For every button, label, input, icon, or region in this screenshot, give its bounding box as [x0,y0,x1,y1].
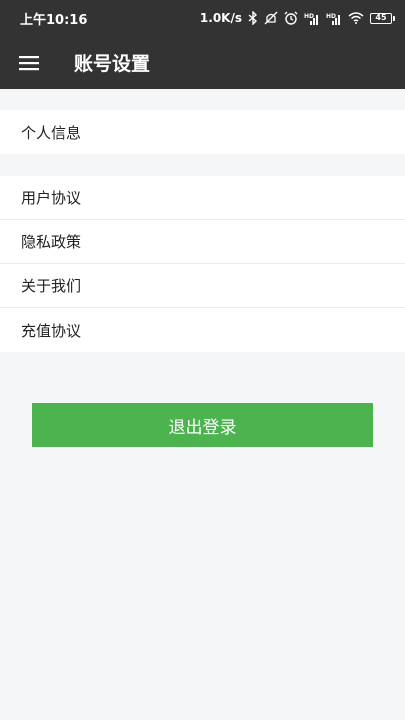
status-icons: 1.0K/s HD HD 45 [200,11,395,25]
mute-icon [264,11,278,25]
battery-icon: 45 [370,12,395,24]
list-item-label: 充值协议 [21,321,82,340]
hamburger-menu-icon[interactable] [0,36,58,89]
status-time: 上午10:16 [20,12,88,28]
list-item-personal-info[interactable]: 个人信息 [0,110,405,154]
logout-button[interactable]: 退出登录 [32,403,373,447]
signal-hd-icon: HD [326,12,342,25]
list-item-recharge-agreement[interactable]: 充值协议 [0,308,405,352]
list-item-label: 关于我们 [21,277,82,295]
page-title: 账号设置 [74,53,151,75]
svg-text:HD: HD [304,13,314,20]
list-item-label: 个人信息 [21,123,82,142]
wifi-icon [348,12,364,24]
settings-group-profile: 个人信息 [0,110,405,154]
list-item-user-agreement[interactable]: 用户协议 [0,176,405,220]
list-item-label: 用户协议 [21,189,82,207]
app-bar: 账号设置 [0,36,405,89]
battery-level: 45 [370,12,392,24]
alarm-icon [284,11,298,25]
list-item-privacy-policy[interactable]: 隐私政策 [0,220,405,264]
status-bar: 上午10:16 1.0K/s HD HD 45 [0,0,405,36]
svg-text:HD: HD [326,13,336,20]
signal-hd-icon: HD [304,12,320,25]
list-item-label: 隐私政策 [21,233,82,251]
list-item-about-us[interactable]: 关于我们 [0,264,405,308]
bluetooth-icon [248,11,258,25]
settings-group-about: 用户协议 隐私政策 关于我们 充值协议 [0,176,405,352]
net-speed: 1.0K/s [199,11,242,25]
